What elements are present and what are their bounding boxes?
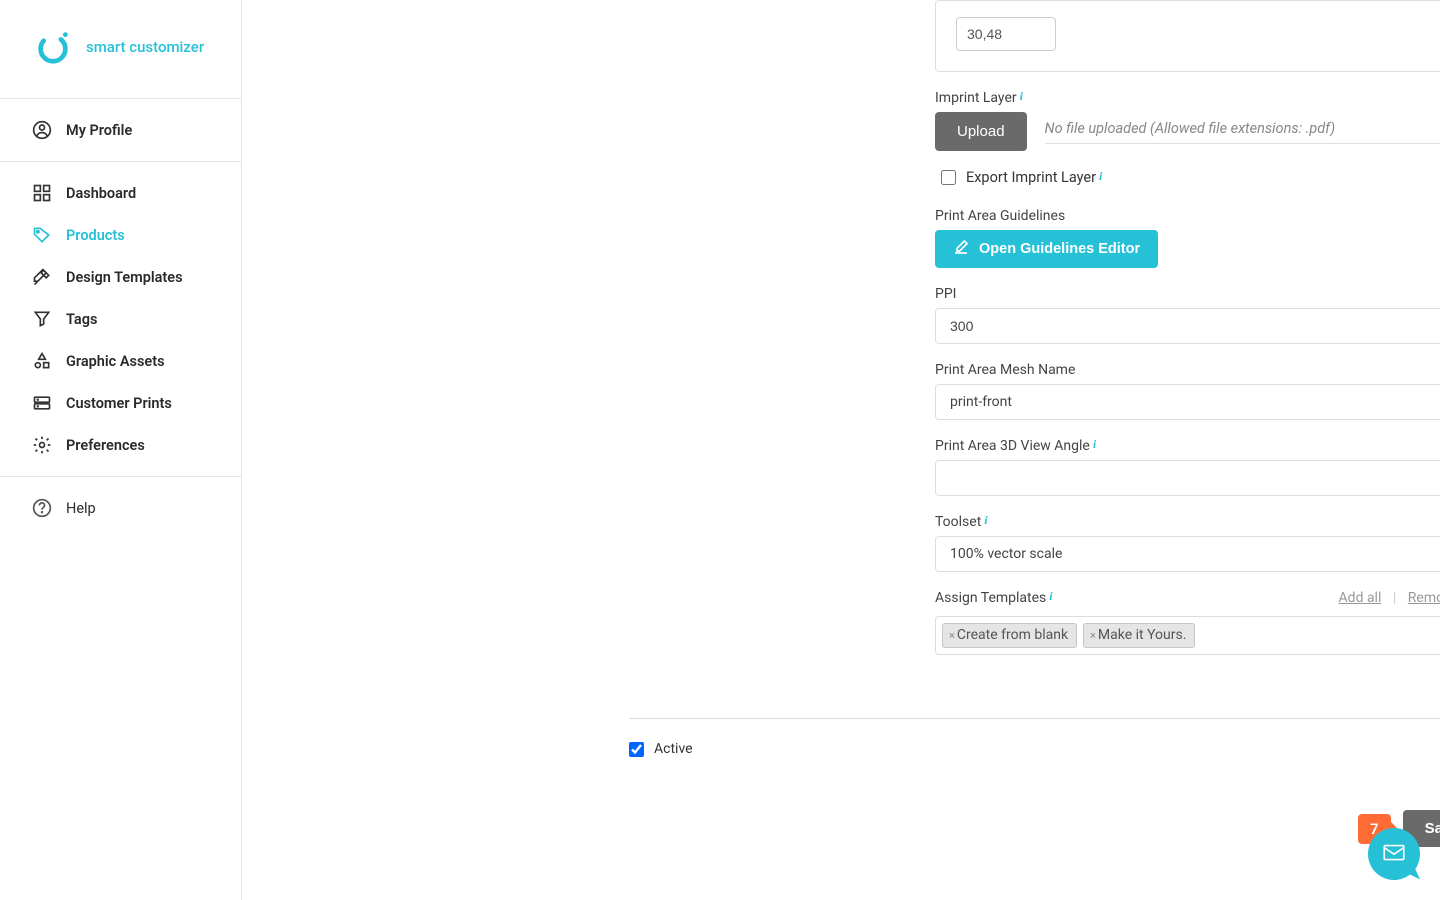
tag-remove-icon[interactable]: × [1090, 630, 1096, 641]
edit-icon [953, 239, 969, 259]
divider [629, 718, 1440, 719]
info-icon[interactable]: i [984, 513, 987, 527]
nav-profile-section: My Profile [0, 99, 241, 162]
brand-name: smart customizer [86, 38, 204, 56]
pencil-ruler-icon [32, 267, 52, 287]
export-imprint-checkbox[interactable] [941, 170, 956, 185]
size-box [935, 0, 1440, 72]
mail-icon [1381, 839, 1407, 869]
mesh-name-select[interactable]: print-front [935, 384, 1440, 420]
nav-preferences[interactable]: Preferences [0, 424, 241, 466]
template-tag: × Make it Yours. [1083, 623, 1195, 648]
nav-label: My Profile [66, 122, 132, 139]
nav-label: Graphic Assets [66, 353, 165, 370]
export-imprint-label: Export Imprint Layeri [966, 169, 1102, 186]
add-all-link[interactable]: Add all [1339, 590, 1382, 606]
nav-label: Dashboard [66, 185, 136, 202]
server-icon [32, 393, 52, 413]
open-guidelines-button[interactable]: Open Guidelines Editor [935, 230, 1158, 268]
info-icon[interactable]: i [1020, 89, 1023, 103]
imprint-layer-label: Imprint Layeri [935, 90, 1440, 106]
gear-icon [32, 435, 52, 455]
remove-all-link[interactable]: Remove all [1408, 590, 1440, 606]
templates-tag-container[interactable]: × Create from blank × Make it Yours. [935, 616, 1440, 655]
print-guidelines-label: Print Area Guidelines [935, 208, 1440, 224]
main-content: Imprint Layeri Upload No file uploaded (… [242, 0, 1440, 900]
nav-help-section: Help [0, 477, 241, 539]
info-icon[interactable]: i [1093, 437, 1096, 451]
tag-remove-icon[interactable]: × [949, 630, 955, 641]
nav-tags[interactable]: Tags [0, 298, 241, 340]
nav-design-templates[interactable]: Design Templates [0, 256, 241, 298]
dashboard-icon [32, 183, 52, 203]
logo-icon [34, 28, 72, 66]
nav-help[interactable]: Help [0, 487, 241, 529]
logo-area: smart customizer [0, 0, 241, 99]
profile-icon [32, 120, 52, 140]
assign-actions: Add all | Remove all [1339, 590, 1440, 606]
nav-my-profile[interactable]: My Profile [0, 109, 241, 151]
nav-label: Help [66, 500, 96, 517]
filter-icon [32, 309, 52, 329]
active-label: Active [654, 741, 693, 757]
shapes-icon [32, 351, 52, 371]
nav-label: Customer Prints [66, 395, 172, 412]
nav-label: Tags [66, 311, 97, 328]
mesh-name-label: Print Area Mesh Name [935, 362, 1440, 378]
upload-hint: No file uploaded (Allowed file extension… [1045, 120, 1440, 144]
nav-label: Design Templates [66, 269, 183, 286]
nav-label: Preferences [66, 437, 145, 454]
nav-graphic-assets[interactable]: Graphic Assets [0, 340, 241, 382]
info-icon[interactable]: i [1049, 589, 1052, 603]
upload-button[interactable]: Upload [935, 112, 1027, 151]
nav-customer-prints[interactable]: Customer Prints [0, 382, 241, 424]
template-tag: × Create from blank [942, 623, 1077, 648]
ppi-label: PPI [935, 286, 1440, 302]
assign-templates-label: Assign Templatesi [935, 590, 1053, 606]
info-icon[interactable]: i [1099, 169, 1102, 183]
active-checkbox[interactable] [629, 742, 644, 757]
tag-icon [32, 225, 52, 245]
view-angle-input[interactable] [935, 460, 1440, 496]
sidebar: smart customizer My Profile [0, 0, 242, 900]
nav-label: Products [66, 227, 125, 244]
toolset-label: Toolseti [935, 514, 1440, 530]
nav-main-section: Dashboard Products Design Templates [0, 162, 241, 477]
ppi-input[interactable] [935, 308, 1440, 344]
nav-dashboard[interactable]: Dashboard [0, 172, 241, 214]
toolset-select[interactable]: 100% vector scale [935, 536, 1440, 572]
help-icon [32, 498, 52, 518]
nav-products[interactable]: Products [0, 214, 241, 256]
view-angle-label: Print Area 3D View Anglei [935, 438, 1440, 454]
size-input[interactable] [956, 17, 1056, 51]
chat-support-button[interactable] [1368, 828, 1420, 880]
